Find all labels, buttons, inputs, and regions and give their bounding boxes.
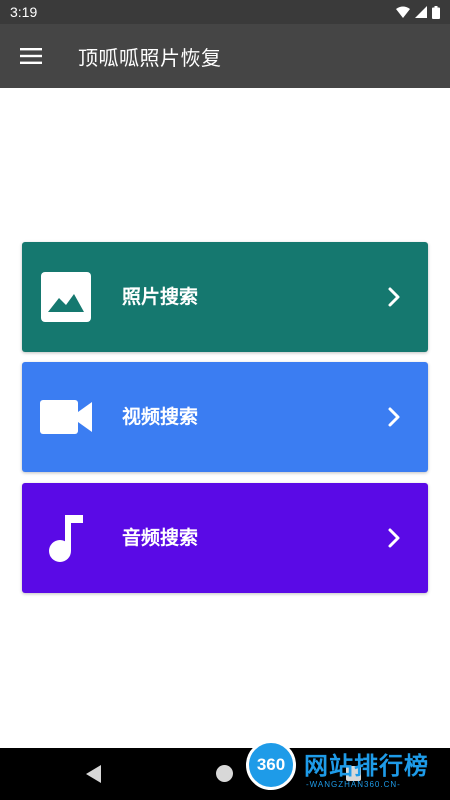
music-note-icon xyxy=(40,513,92,563)
photo-search-card[interactable]: 照片搜索 xyxy=(22,242,428,352)
chevron-right-icon xyxy=(388,528,400,548)
audio-search-card[interactable]: 音频搜索 xyxy=(22,483,428,593)
watermark-subtitle: -WANGZHAN360.CN- xyxy=(306,780,401,789)
chevron-right-icon xyxy=(388,287,400,307)
status-time: 3:19 xyxy=(10,4,38,20)
menu-icon xyxy=(20,48,42,64)
back-icon[interactable] xyxy=(86,765,102,783)
image-icon xyxy=(40,272,92,322)
watermark: 360 网站排行榜 -WANGZHAN360.CN- xyxy=(236,740,450,800)
app-bar: 顶呱呱照片恢复 xyxy=(0,24,450,88)
watermark-logo: 360 xyxy=(246,740,296,790)
video-search-label: 视频搜索 xyxy=(122,406,199,428)
chevron-right-icon xyxy=(388,407,400,427)
watermark-title: 网站排行榜 xyxy=(304,752,429,780)
menu-button[interactable] xyxy=(0,24,62,88)
status-icons xyxy=(396,5,440,19)
video-search-card[interactable]: 视频搜索 xyxy=(22,362,428,472)
battery-icon xyxy=(432,5,440,19)
main-content: 照片搜索 视频搜索 音频搜索 xyxy=(0,88,450,748)
audio-search-label: 音频搜索 xyxy=(122,527,199,549)
wifi-icon xyxy=(396,6,410,18)
status-bar: 3:19 xyxy=(0,0,450,24)
photo-search-label: 照片搜索 xyxy=(122,286,199,308)
app-title: 顶呱呱照片恢复 xyxy=(78,45,222,70)
signal-icon xyxy=(415,6,427,18)
videocam-icon xyxy=(40,392,92,442)
home-button[interactable] xyxy=(216,765,233,782)
